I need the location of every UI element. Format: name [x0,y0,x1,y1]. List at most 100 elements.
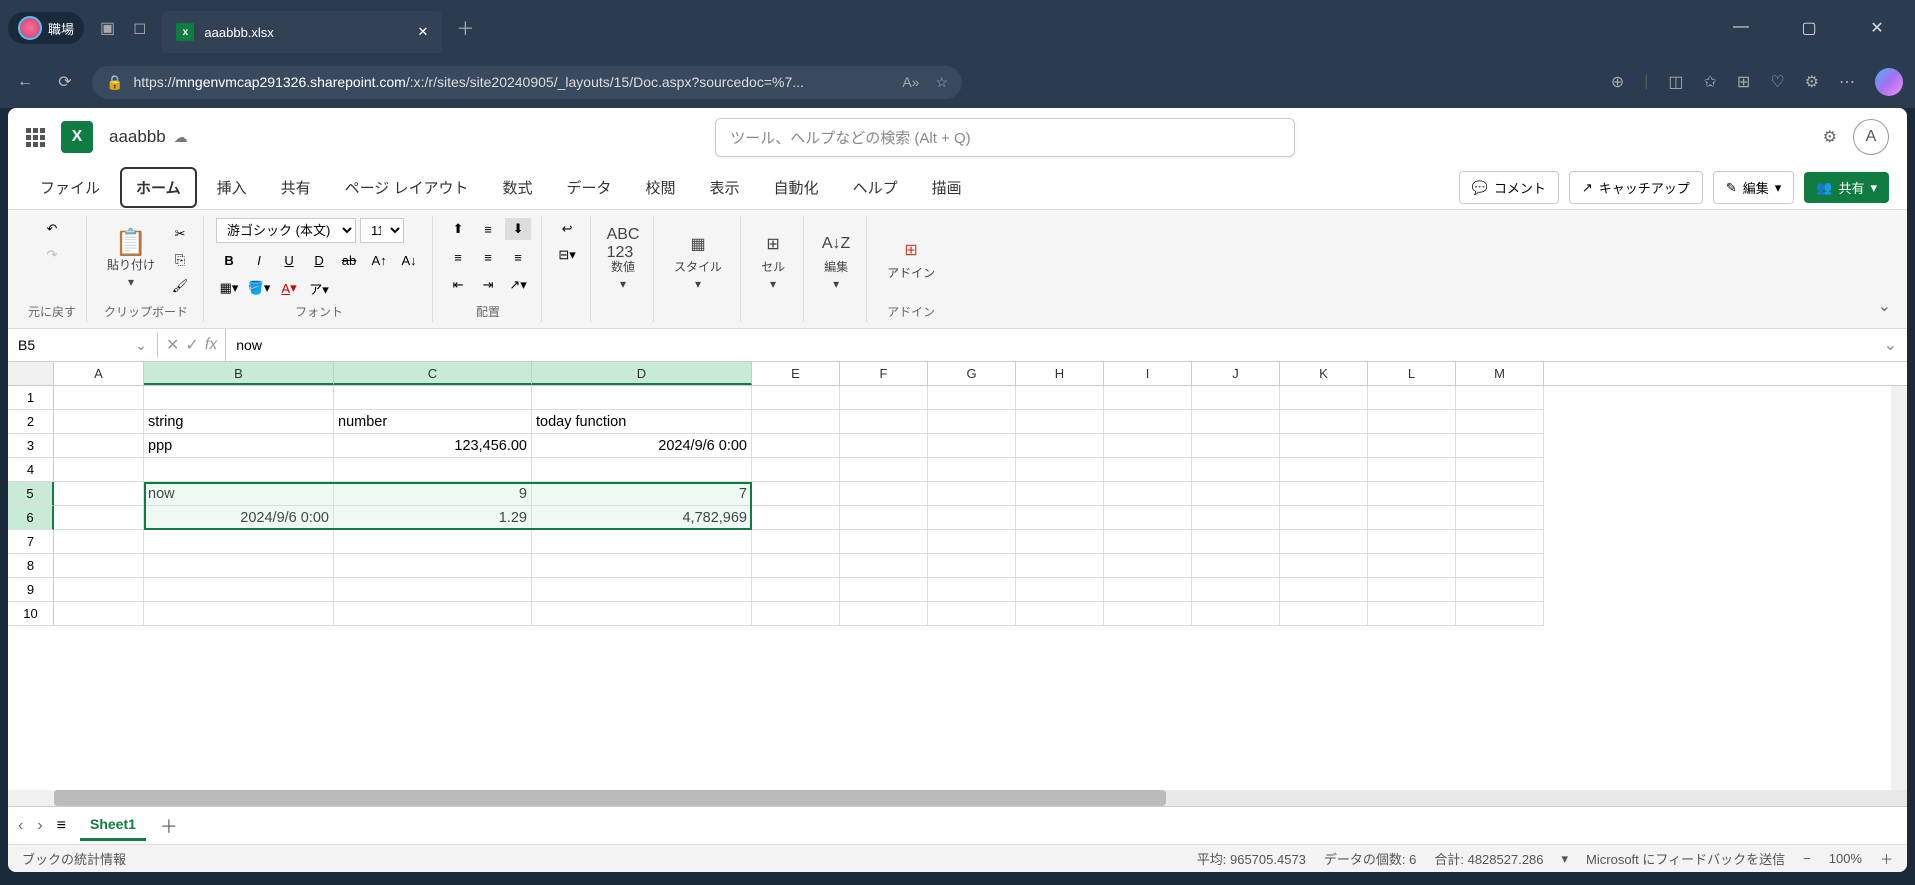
cell-A2[interactable] [54,410,144,434]
bold-button[interactable]: B [216,249,242,271]
cell-L6[interactable] [1368,506,1456,530]
copy-button[interactable]: ⎘ [167,249,193,271]
row-header-6[interactable]: 6 [8,506,54,530]
cell-K2[interactable] [1280,410,1368,434]
cell-B7[interactable] [144,530,334,554]
strike-button[interactable]: ab [336,249,362,271]
addins-button[interactable]: ⊞ アドイン [879,234,943,285]
cell-D6[interactable]: 4,782,969 [532,506,752,530]
tab-page-layout[interactable]: ページ レイアウト [331,169,483,206]
status-stats[interactable]: ブックの統計情報 [22,849,126,868]
cell-F8[interactable] [840,554,928,578]
redo-button[interactable]: ↷ [39,244,65,266]
shrink-font-button[interactable]: A↓ [396,249,422,271]
cell-M9[interactable] [1456,578,1544,602]
cell-A7[interactable] [54,530,144,554]
cell-I8[interactable] [1104,554,1192,578]
align-bottom-button[interactable]: ⬇ [505,218,531,240]
tabactions-icon[interactable]: ◻ [133,18,146,38]
cell-G4[interactable] [928,458,1016,482]
cell-G7[interactable] [928,530,1016,554]
more-icon[interactable]: ⋯ [1839,72,1855,92]
cell-J3[interactable] [1192,434,1280,458]
share-button[interactable]: 👥 共有 ▾ [1804,172,1889,203]
tab-automate[interactable]: 自動化 [760,169,833,206]
user-avatar[interactable]: A [1853,119,1889,155]
cell-A3[interactable] [54,434,144,458]
indent-less-button[interactable]: ⇤ [445,274,471,296]
tab-insert[interactable]: 挿入 [203,169,261,206]
cell-C7[interactable] [334,530,532,554]
copilot-icon[interactable] [1875,68,1903,96]
col-header-F[interactable]: F [840,362,928,385]
cell-G5[interactable] [928,482,1016,506]
name-box[interactable]: B5 ⌄ [8,333,158,358]
cell-F1[interactable] [840,386,928,410]
cell-F5[interactable] [840,482,928,506]
all-sheets-icon[interactable]: ≡ [57,817,66,835]
cell-G8[interactable] [928,554,1016,578]
cell-D5[interactable]: 7 [532,482,752,506]
grow-font-button[interactable]: A↑ [366,249,392,271]
cell-F7[interactable] [840,530,928,554]
cancel-formula-icon[interactable]: ✕ [166,335,179,355]
align-center-button[interactable]: ≡ [475,246,501,268]
sheet-next-icon[interactable]: › [37,817,42,835]
paste-button[interactable]: 📋 貼り付け▾ [99,226,163,293]
align-right-button[interactable]: ≡ [505,246,531,268]
row-header-1[interactable]: 1 [8,386,54,410]
cell-E3[interactable] [752,434,840,458]
cell-C9[interactable] [334,578,532,602]
cell-C3[interactable]: 123,456.00 [334,434,532,458]
cell-L7[interactable] [1368,530,1456,554]
col-header-I[interactable]: I [1104,362,1192,385]
cell-M7[interactable] [1456,530,1544,554]
cell-L8[interactable] [1368,554,1456,578]
cell-E6[interactable] [752,506,840,530]
col-header-L[interactable]: L [1368,362,1456,385]
cell-G3[interactable] [928,434,1016,458]
font-name-select[interactable]: 游ゴシック (本文) [216,218,356,243]
feedback-link[interactable]: Microsoft にフィードバックを送信 [1586,849,1785,868]
tab-draw[interactable]: 描画 [918,169,976,206]
cell-J9[interactable] [1192,578,1280,602]
tab-home[interactable]: ホーム [120,167,197,208]
cell-F6[interactable] [840,506,928,530]
cell-A9[interactable] [54,578,144,602]
cell-C6[interactable]: 1.29 [334,506,532,530]
cell-C5[interactable]: 9 [334,482,532,506]
cut-button[interactable]: ✂ [167,223,193,245]
cell-H4[interactable] [1016,458,1104,482]
row-header-7[interactable]: 7 [8,530,54,554]
cell-A6[interactable] [54,506,144,530]
cell-C1[interactable] [334,386,532,410]
cell-E1[interactable] [752,386,840,410]
close-window-button[interactable]: ✕ [1855,18,1899,38]
cell-H1[interactable] [1016,386,1104,410]
cell-K7[interactable] [1280,530,1368,554]
minimize-button[interactable]: ― [1719,18,1763,38]
cell-F9[interactable] [840,578,928,602]
tab-data[interactable]: データ [553,169,626,206]
cell-B9[interactable] [144,578,334,602]
cell-D8[interactable] [532,554,752,578]
cell-J6[interactable] [1192,506,1280,530]
align-top-button[interactable]: ⬆ [445,218,471,240]
col-header-C[interactable]: C [334,362,532,385]
phonetic-button[interactable]: ア▾ [306,277,332,299]
cell-A8[interactable] [54,554,144,578]
cell-I1[interactable] [1104,386,1192,410]
cell-A5[interactable] [54,482,144,506]
cell-H3[interactable] [1016,434,1104,458]
workspaces-icon[interactable]: ▣ [100,18,115,38]
col-header-H[interactable]: H [1016,362,1104,385]
format-painter-button[interactable]: 🖌 [167,275,193,297]
cell-L9[interactable] [1368,578,1456,602]
cell-B2[interactable]: string [144,410,334,434]
indent-more-button[interactable]: ⇥ [475,274,501,296]
extensions-icon[interactable]: ⊕ [1611,72,1624,92]
cell-M10[interactable] [1456,602,1544,626]
performance-icon[interactable]: ⚙ [1805,72,1819,92]
font-size-select[interactable]: 11 [360,218,404,243]
col-header-A[interactable]: A [54,362,144,385]
